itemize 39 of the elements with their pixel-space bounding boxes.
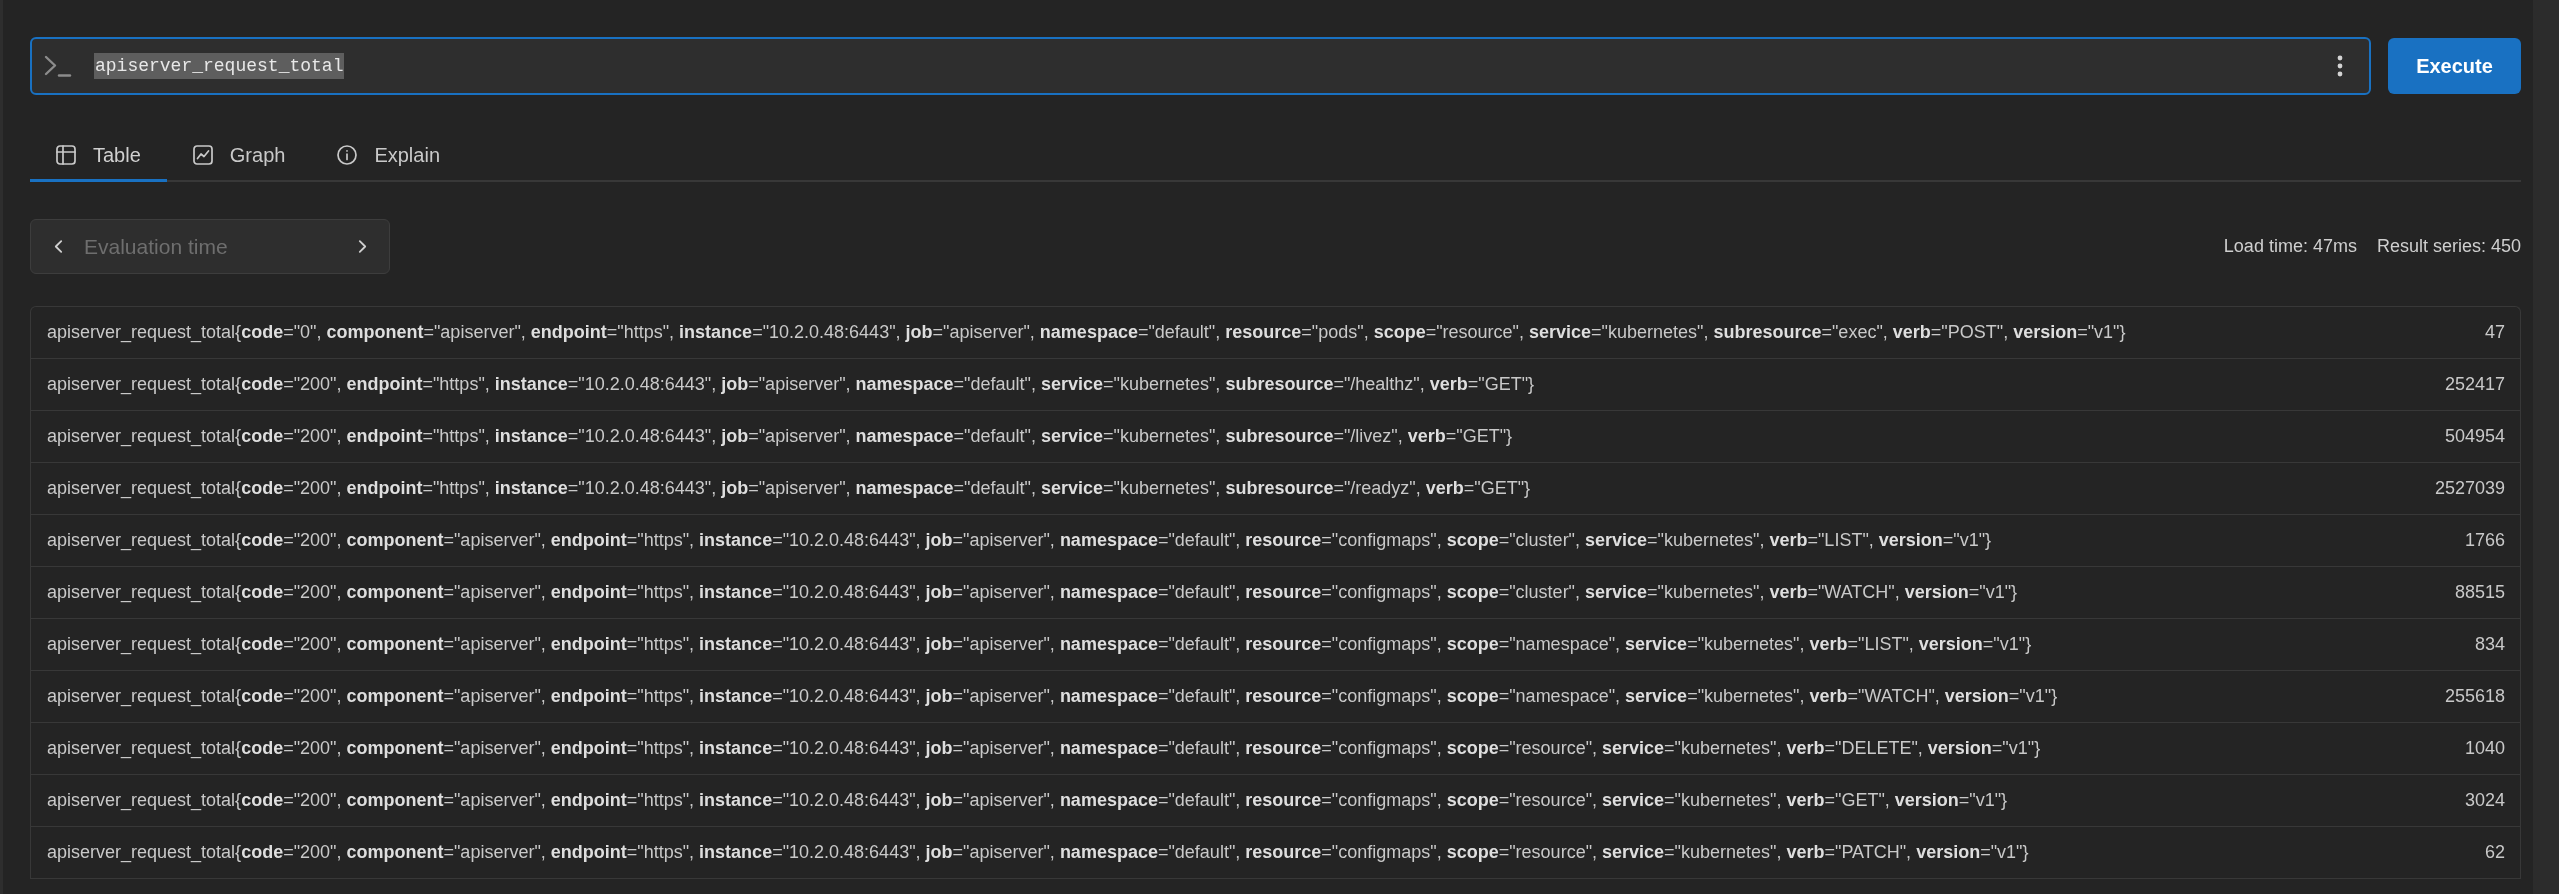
dots-vertical-icon <box>2337 55 2343 77</box>
sample-value: 47 <box>2484 321 2505 344</box>
execute-button[interactable]: Execute <box>2388 38 2521 94</box>
sample-value: 88515 <box>2454 581 2505 604</box>
sample-value: 2527039 <box>2434 477 2505 500</box>
series-label: apiserver_request_total{code="200", component="apiserver", endpoint="https", instance="10.2.0.48:6443", job="apiserver", namespace="default", resource="configmaps", scope="resource", service="kubernetes", verb="DELETE", version="v1"} <box>47 737 2041 761</box>
series-label: apiserver_request_total{code="200", component="apiserver", endpoint="https", instance="10.2.0.48:6443", job="apiserver", namespace="default", resource="configmaps", scope="cluster", service="kubernetes", verb="LIST", version="v1"} <box>47 529 1992 553</box>
terminal-icon <box>44 55 72 77</box>
evaluation-time-field[interactable]: Evaluation time <box>30 219 390 274</box>
info-icon <box>337 144 358 165</box>
sample-value: 1040 <box>2464 737 2505 760</box>
query-text: apiserver_request_total <box>94 53 345 79</box>
result-series-text: Result series: 450 <box>2376 235 2521 258</box>
chevron-left-icon <box>53 239 63 254</box>
query-field[interactable]: apiserver_request_total <box>30 37 2371 95</box>
series-label: apiserver_request_total{code="200", component="apiserver", endpoint="https", instance="10.2.0.48:6443", job="apiserver", namespace="default", resource="configmaps", scope="resource", service="kubernetes", verb="PATCH", version="v1"} <box>47 841 2029 865</box>
chart-icon <box>192 144 213 165</box>
sample-value: 834 <box>2474 633 2505 656</box>
sample-value: 255618 <box>2444 685 2505 708</box>
chevron-right-icon <box>357 239 367 254</box>
evaluation-time-input[interactable]: Evaluation time <box>84 228 344 265</box>
sample-value: 3024 <box>2464 789 2505 812</box>
sample-value: 1766 <box>2464 529 2505 552</box>
sample-value: 62 <box>2484 841 2505 864</box>
sample-value: 252417 <box>2444 373 2505 396</box>
table-icon <box>56 144 76 165</box>
series-label: apiserver_request_total{code="200", endpoint="https", instance="10.2.0.48:6443", job="apiserver", namespace="default", service="kubernetes", subresource="/healthz", verb="GET"} <box>47 373 1535 397</box>
series-label: apiserver_request_total{code="200", endpoint="https", instance="10.2.0.48:6443", job="apiserver", namespace="default", service="kubernetes", subresource="/livez", verb="GET"} <box>47 425 1513 449</box>
series-label: apiserver_request_total{code="0", component="apiserver", endpoint="https", instance="10.2.0.48:6443", job="apiserver", namespace="default", resource="pods", scope="resource", service="kubernetes", subresource="exec", verb="POST", version="v1"} <box>47 321 2126 345</box>
series-label: apiserver_request_total{code="200", component="apiserver", endpoint="https", instance="10.2.0.48:6443", job="apiserver", namespace="default", resource="configmaps", scope="resource", service="kubernetes", verb="GET", version="v1"} <box>47 789 2008 813</box>
sample-value: 504954 <box>2444 425 2505 448</box>
tab[interactable]: Graph <box>166 130 312 182</box>
tab[interactable]: Explain <box>311 130 466 182</box>
series-label: apiserver_request_total{code="200", endpoint="https", instance="10.2.0.48:6443", job="apiserver", namespace="default", service="kubernetes", subresource="/readyz", verb="GET"} <box>47 477 1531 501</box>
tab[interactable]: Table <box>30 130 167 182</box>
load-time-text: Load time: 47ms <box>2223 235 2357 258</box>
series-label: apiserver_request_total{code="200", component="apiserver", endpoint="https", instance="10.2.0.48:6443", job="apiserver", namespace="default", resource="configmaps", scope="namespace", service="kubernetes", verb="WATCH", version="v1"} <box>47 685 2058 709</box>
series-label: apiserver_request_total{code="200", component="apiserver", endpoint="https", instance="10.2.0.48:6443", job="apiserver", namespace="default", resource="configmaps", scope="cluster", service="kubernetes", verb="WATCH", version="v1"} <box>47 581 2018 605</box>
series-label: apiserver_request_total{code="200", component="apiserver", endpoint="https", instance="10.2.0.48:6443", job="apiserver", namespace="default", resource="configmaps", scope="namespace", service="kubernetes", verb="LIST", version="v1"} <box>47 633 2032 657</box>
